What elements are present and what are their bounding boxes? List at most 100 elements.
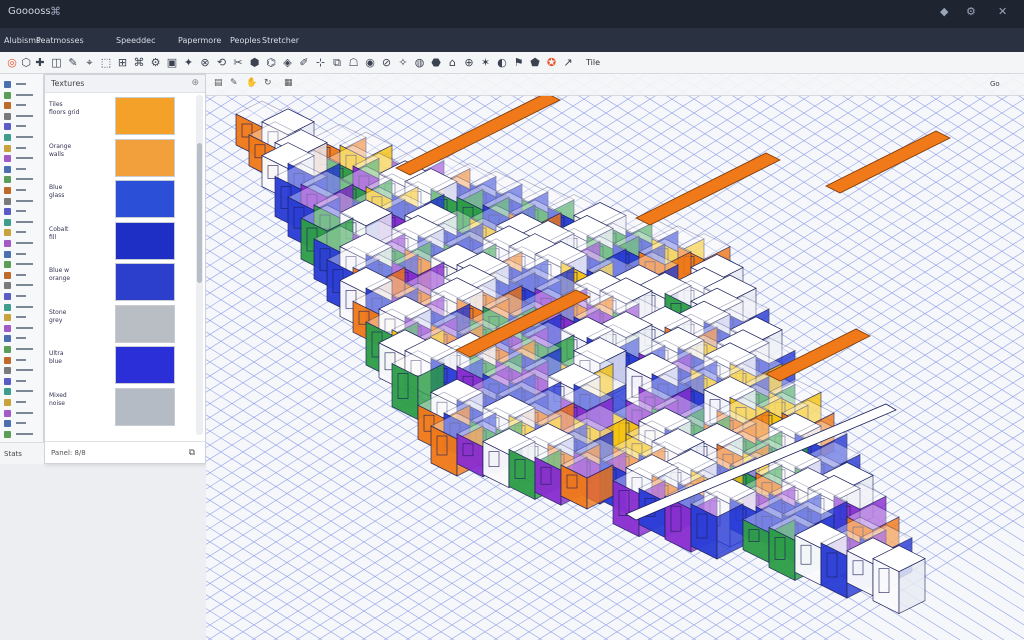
tool-strip-item[interactable] (4, 91, 38, 101)
tool-strip-item[interactable] (4, 313, 38, 323)
view-cube-icon[interactable]: ▦ (284, 78, 293, 88)
menu-item[interactable]: Alubisms (4, 36, 40, 45)
viewport-menu-icon[interactable]: ▤ (214, 78, 223, 88)
tool-strip-item[interactable] (4, 122, 38, 132)
menu-item[interactable]: Speeddec (116, 36, 155, 45)
close-icon[interactable]: ✕ (998, 5, 1007, 18)
thumbnail-image[interactable] (115, 263, 175, 301)
tool-strip-item[interactable] (4, 133, 38, 143)
brush-icon[interactable]: ✐ (296, 55, 312, 71)
thumbnail-row[interactable]: Tiles floors grid (47, 97, 197, 135)
node-icon[interactable]: ⌬ (263, 55, 279, 71)
tool-strip-item[interactable] (4, 366, 38, 376)
home-icon[interactable]: ☖ (346, 55, 362, 71)
house-icon[interactable]: ⌂ (445, 55, 461, 71)
tool-strip-item[interactable] (4, 303, 38, 313)
diamond-icon[interactable]: ◆ (940, 5, 948, 18)
snap-icon[interactable]: ⊹ (313, 55, 329, 71)
panel-scrollbar[interactable] (196, 95, 203, 435)
spark-icon[interactable]: ✧ (395, 55, 411, 71)
layers-icon[interactable]: ⧉ (329, 55, 345, 71)
panel-icon[interactable]: ◫ (49, 55, 65, 71)
menu-item[interactable]: Papermore (178, 36, 221, 45)
thumbnail-row[interactable]: Ultra blue (47, 346, 197, 384)
app-menu-icon[interactable]: ⌘ (50, 5, 61, 18)
tool-strip-item[interactable] (4, 387, 38, 397)
tool-strip-item[interactable] (4, 250, 38, 260)
tool-strip-item[interactable] (4, 154, 38, 164)
tool-strip-item[interactable] (4, 292, 38, 302)
thumbnail-row[interactable]: Stone grey (47, 304, 197, 343)
select-icon[interactable]: ⬚ (98, 55, 114, 71)
circle-icon[interactable]: ◉ (362, 55, 378, 71)
tool-strip-item[interactable] (4, 377, 38, 387)
menu-item[interactable]: Stretcher (262, 36, 299, 45)
tool-strip-item[interactable] (4, 345, 38, 355)
box-icon[interactable]: ▣ (164, 55, 180, 71)
isometric-scene[interactable] (206, 74, 1024, 640)
3d-viewport[interactable] (206, 74, 1024, 640)
pin-icon[interactable]: ⊕ (191, 78, 199, 88)
tool-strip-item[interactable] (4, 239, 38, 249)
tool-strip-item[interactable] (4, 228, 38, 238)
tool-strip-item[interactable] (4, 409, 38, 419)
tool-strip-item[interactable] (4, 207, 38, 217)
cmd-icon[interactable]: ⌘ (131, 55, 147, 71)
thumbnail-row[interactable]: Orange walls (47, 138, 197, 177)
pen-icon[interactable]: ✎ (65, 55, 81, 71)
scrollbar-thumb[interactable] (197, 143, 202, 283)
shape-icon[interactable]: ⬢ (247, 55, 263, 71)
thumbnail-image[interactable] (115, 97, 175, 135)
tool-strip-item[interactable] (4, 271, 38, 281)
crosshair-icon[interactable]: ⌖ (82, 55, 98, 71)
tool-strip-item[interactable] (4, 419, 38, 429)
diamond-icon[interactable]: ◈ (280, 55, 296, 71)
pointer-icon[interactable]: ✎ (230, 78, 238, 88)
thumbnail-row[interactable]: Blue glass (47, 180, 197, 218)
thumbnail-image[interactable] (115, 346, 175, 384)
undo-icon[interactable]: ⟲ (214, 55, 230, 71)
arrow-icon[interactable]: ↗ (560, 55, 576, 71)
thumbnail-image[interactable] (115, 221, 175, 260)
flag-icon[interactable]: ⚑ (511, 55, 527, 71)
layers-icon[interactable]: ⧉ (189, 448, 195, 458)
tool-strip-item[interactable] (4, 112, 38, 122)
tool-strip-item[interactable] (4, 324, 38, 334)
burst-icon[interactable]: ✶ (478, 55, 494, 71)
tool-strip-item[interactable] (4, 334, 38, 344)
tool-strip-item[interactable] (4, 356, 38, 366)
star-icon[interactable]: ✦ (181, 55, 197, 71)
menu-item[interactable]: Peatmosses (36, 36, 84, 45)
thumbnail-image[interactable] (115, 138, 175, 177)
tool-strip-item[interactable] (4, 281, 38, 291)
tool-strip-item[interactable] (4, 197, 38, 207)
gear-icon[interactable]: ⚙ (966, 5, 976, 18)
thumbnail-image[interactable] (115, 387, 175, 426)
point-icon[interactable]: ◍ (412, 55, 428, 71)
half-icon[interactable]: ◐ (494, 55, 510, 71)
plus-icon[interactable]: ⊕ (461, 55, 477, 71)
thumbnail-image[interactable] (115, 304, 175, 343)
poly-icon[interactable]: ⬣ (428, 55, 444, 71)
rotate-icon[interactable]: ↻ (264, 78, 272, 88)
add-icon[interactable]: ✚ (32, 55, 48, 71)
tool-strip-item[interactable] (4, 165, 38, 175)
block-icon[interactable]: ⊘ (379, 55, 395, 71)
pentagon-icon[interactable]: ⬟ (527, 55, 543, 71)
thumbnail-image[interactable] (115, 180, 175, 218)
cancel-icon[interactable]: ⊗ (197, 55, 213, 71)
cut-icon[interactable]: ✂ (230, 55, 246, 71)
tool-strip-item[interactable] (4, 144, 38, 154)
tool-strip-item[interactable] (4, 101, 38, 111)
thumbnail-row[interactable]: Blue w orange (47, 263, 197, 301)
thumbnail-row[interactable]: Mixed noise (47, 387, 197, 426)
hand-icon[interactable]: ✋ (246, 78, 257, 88)
tool-strip-item[interactable] (4, 80, 38, 90)
tool-strip-item[interactable] (4, 218, 38, 228)
badge-icon[interactable]: ✪ (544, 55, 560, 71)
settings-icon[interactable]: ⚙ (148, 55, 164, 71)
grid-icon[interactable]: ⊞ (115, 55, 131, 71)
menu-item[interactable]: Peoples (230, 36, 261, 45)
tool-strip-item[interactable] (4, 175, 38, 185)
tool-strip-item[interactable] (4, 186, 38, 196)
